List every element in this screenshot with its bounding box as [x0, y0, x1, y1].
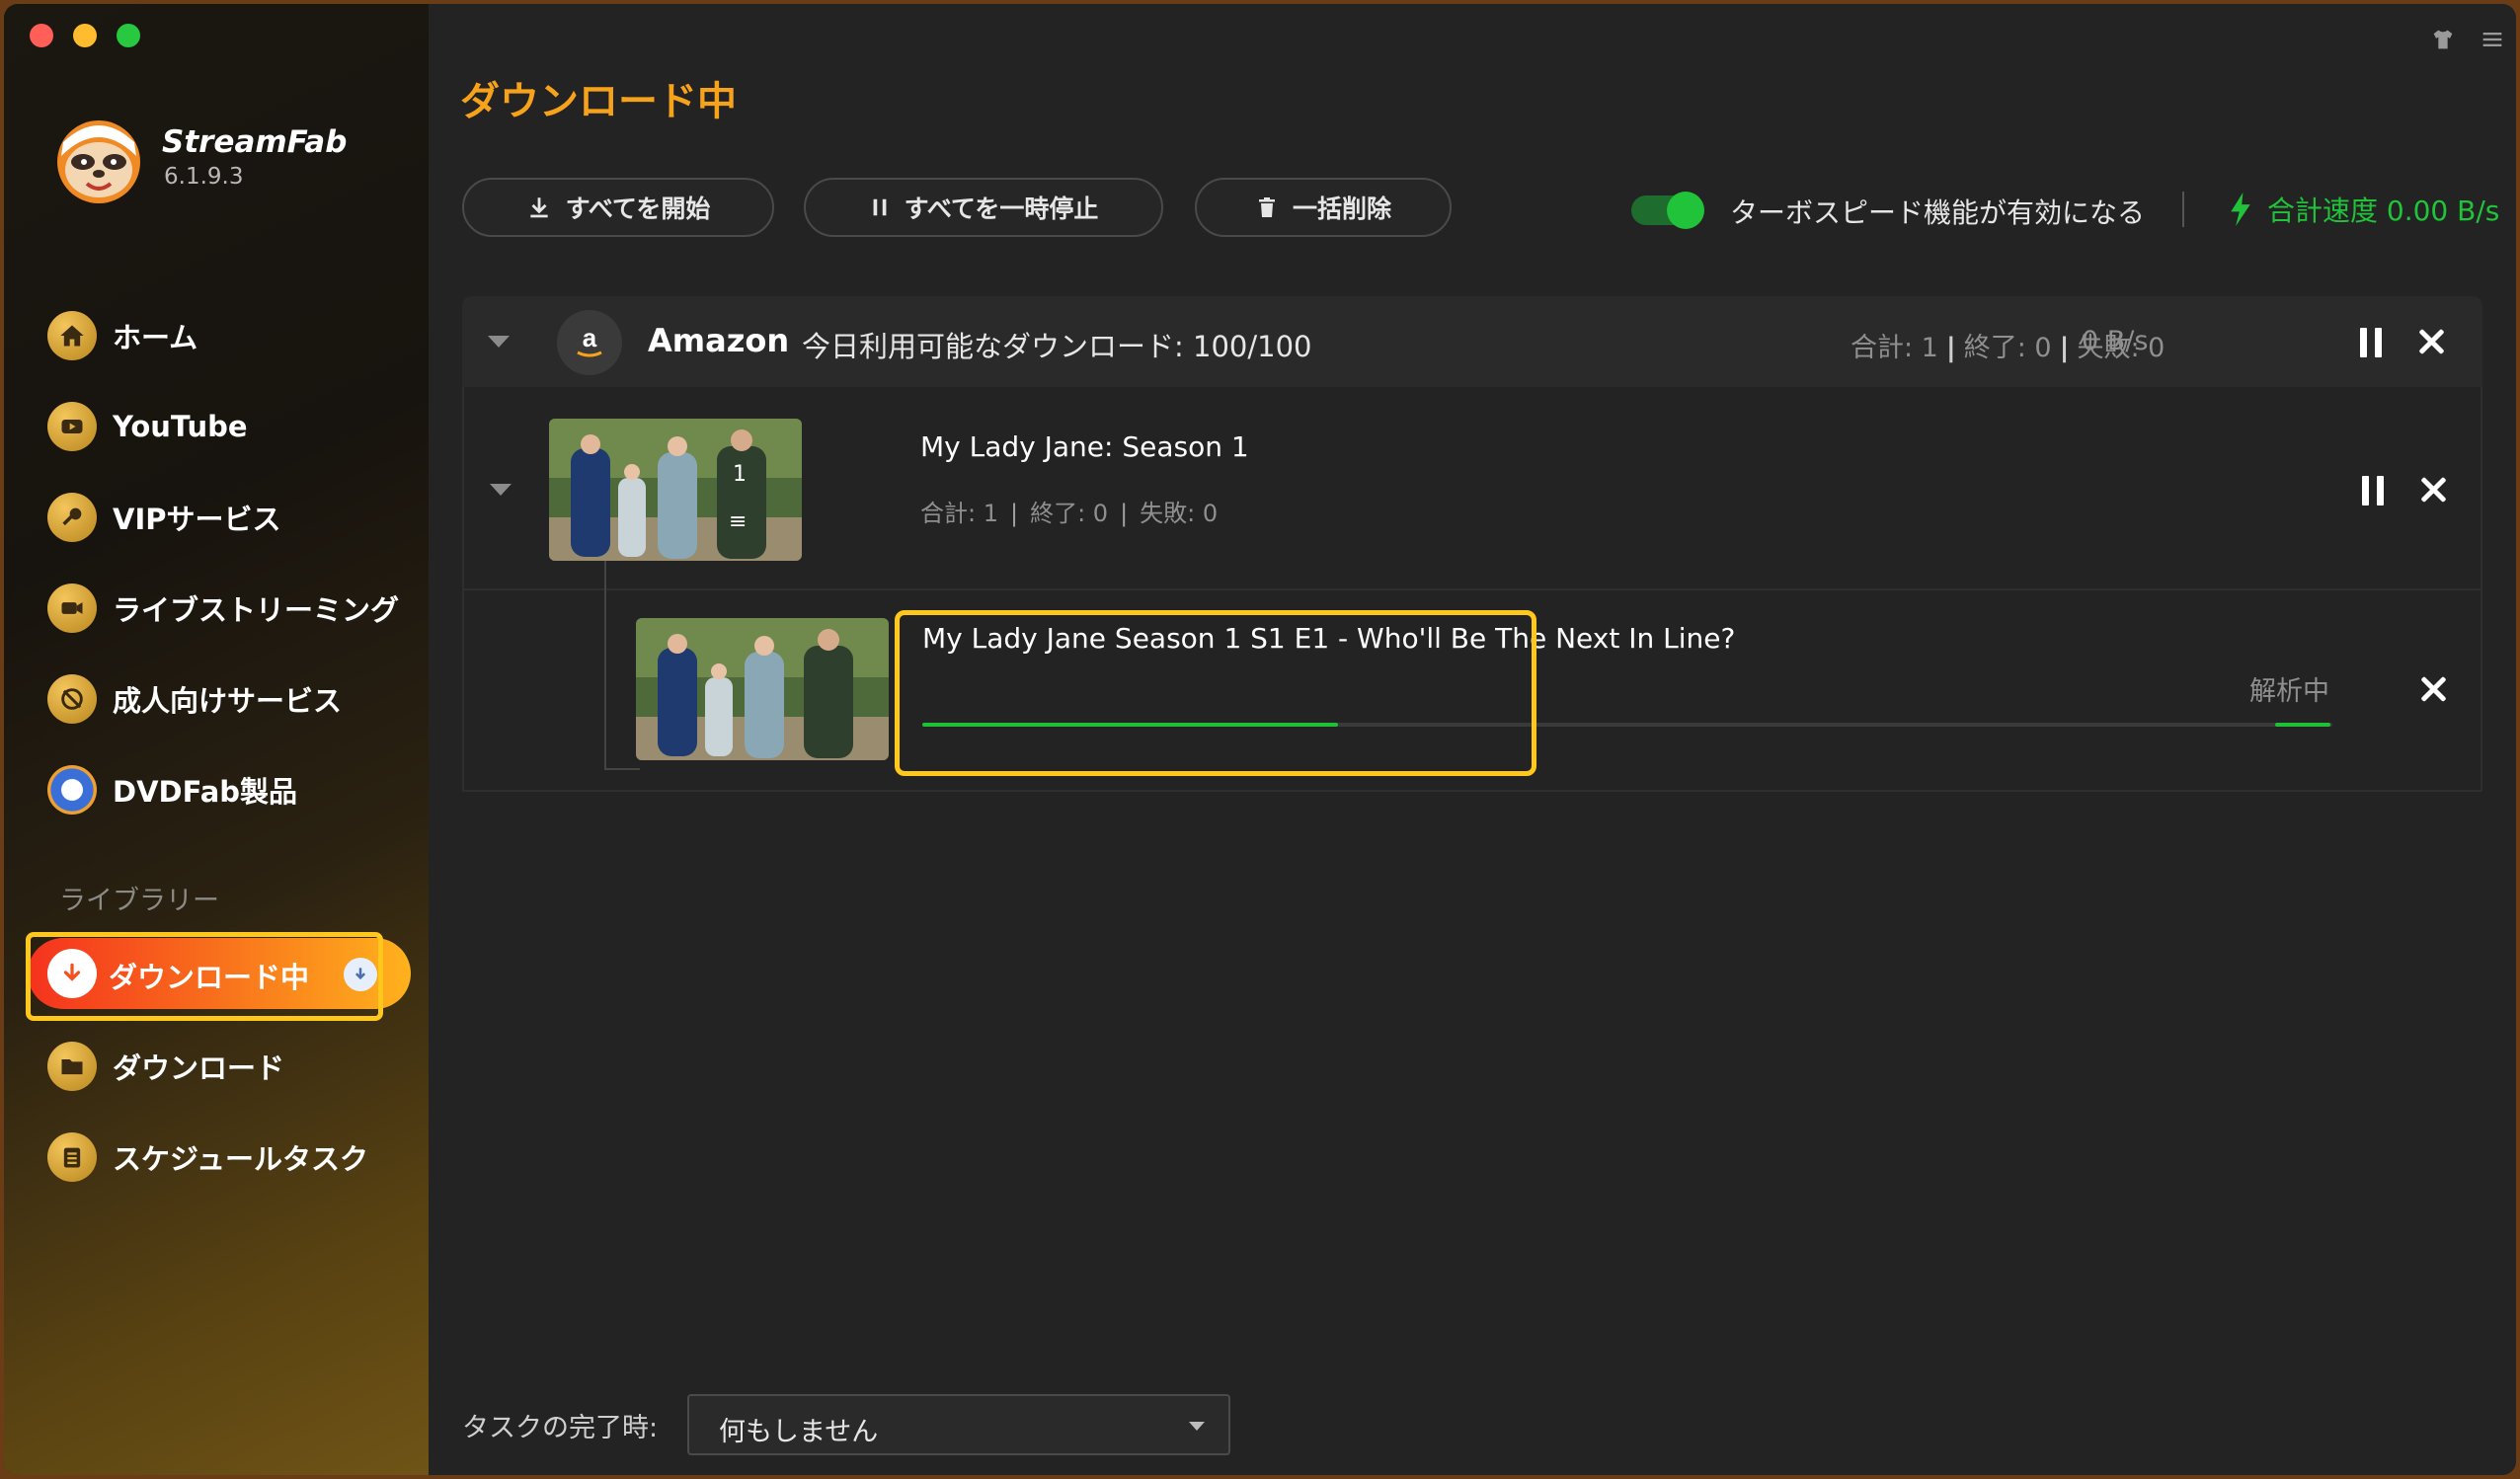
- sidebar-item-livestreaming[interactable]: ライブストリーミング: [47, 581, 399, 636]
- skin-shirt-icon[interactable]: [2429, 26, 2457, 53]
- stat-total: 合計: 1: [920, 500, 998, 527]
- episode-highlight-box: [895, 610, 1536, 776]
- season-pause-icon[interactable]: [2362, 476, 2384, 506]
- total-speed-label: 合計速度 0.00 B/s: [2267, 195, 2500, 227]
- service-name: Amazon: [648, 322, 790, 359]
- adult-icon: [47, 674, 97, 724]
- group-pause-icon[interactable]: [2360, 328, 2382, 357]
- sidebar-item-youtube[interactable]: YouTube: [47, 399, 248, 454]
- sidebar-item-label: ホーム: [113, 321, 198, 354]
- episode-thumbnail: [636, 618, 889, 760]
- amazon-group-body: 1 ≡ My Lady Jane: Season 1 合計: 1 | 終了: 0 | 失…: [462, 387, 2482, 792]
- active-item-highlight: [26, 932, 383, 1021]
- library-title: ライブラリー: [59, 886, 219, 916]
- toggle-knob: [1667, 192, 1704, 229]
- total-speed: 合計速度 0.00 B/s: [2228, 190, 2499, 229]
- sidebar-item-home[interactable]: ホーム: [47, 308, 197, 363]
- start-all-button[interactable]: すべてを開始: [462, 178, 774, 237]
- episode-status: 解析中: [2249, 676, 2329, 707]
- sidebar-item-downloads[interactable]: ダウンロード: [47, 1039, 284, 1094]
- row-divider: [464, 588, 2481, 590]
- trash-icon: [1258, 197, 1275, 217]
- status-progress-indicator: [2275, 723, 2330, 727]
- list-icon: ≡: [729, 509, 748, 534]
- page-title: ダウンロード中: [460, 79, 737, 124]
- amazon-logo-icon: a: [557, 310, 622, 375]
- key-icon: [47, 493, 97, 542]
- on-complete-select[interactable]: 何もしません: [687, 1394, 1230, 1455]
- sidebar: StreamFab 6.1.9.3 ホーム YouTube VIPサービス ライ…: [4, 4, 429, 1475]
- menu-icon[interactable]: [2479, 26, 2506, 53]
- collapse-chevron-icon[interactable]: [488, 336, 510, 348]
- sidebar-item-label: 成人向けサービス: [113, 684, 343, 718]
- sidebar-item-label: DVDFab製品: [113, 775, 298, 809]
- season-collapse-chevron-icon[interactable]: [490, 484, 512, 496]
- dvdfab-icon: [47, 765, 97, 815]
- download-icon: [529, 197, 548, 218]
- dropdown-caret-icon: [1189, 1422, 1205, 1431]
- season-title: My Lady Jane: Season 1: [920, 430, 1249, 463]
- folder-icon: [47, 1042, 97, 1091]
- pause-icon: [873, 198, 887, 216]
- window-tools: [2429, 26, 2506, 53]
- delete-all-button[interactable]: 一括削除: [1195, 178, 1452, 237]
- sidebar-item-label: ダウンロード: [113, 1051, 285, 1085]
- main-panel: ダウンロード中 すべてを開始 すべてを一時停止 一括削除 ターボスピード機能が有…: [429, 4, 2516, 1475]
- lightning-icon: [2231, 193, 2250, 226]
- on-complete-label: タスクの完了時:: [462, 1413, 659, 1443]
- tree-connector: [604, 768, 640, 770]
- season-stats: 合計: 1 | 終了: 0 | 失敗: 0: [920, 500, 1219, 527]
- season-close-icon[interactable]: [2419, 476, 2447, 504]
- sidebar-item-label: YouTube: [113, 410, 248, 443]
- pause-all-label: すべてを一時停止: [904, 195, 1099, 223]
- daily-quota: 今日利用可能なダウンロード: 100/100: [802, 330, 1312, 363]
- season-thumbnail: 1 ≡: [549, 419, 802, 561]
- stat-done: 終了: 0: [1030, 500, 1109, 527]
- svg-text:a: a: [583, 323, 597, 352]
- on-complete-value: 何もしません: [719, 1417, 879, 1447]
- sidebar-item-vip[interactable]: VIPサービス: [47, 490, 281, 545]
- brand-name: StreamFab: [162, 124, 348, 160]
- turbo-speed-toggle[interactable]: [1631, 192, 1704, 229]
- divider: [2182, 192, 2184, 227]
- start-all-label: すべてを開始: [565, 195, 711, 223]
- stat-failed: 失敗: 0: [1140, 500, 1219, 527]
- sidebar-item-schedule[interactable]: スケジュールタスク: [47, 1129, 368, 1185]
- clipboard-icon: [47, 1132, 97, 1182]
- youtube-icon: [47, 402, 97, 451]
- minimize-window-button[interactable]: [73, 24, 97, 47]
- delete-all-label: 一括削除: [1292, 195, 1391, 223]
- episode-count: 1: [733, 462, 747, 487]
- sidebar-item-label: スケジュールタスク: [113, 1142, 368, 1176]
- zoom-window-button[interactable]: [117, 24, 140, 47]
- sidebar-item-dvdfab[interactable]: DVDFab製品: [47, 762, 297, 817]
- sidebar-item-label: VIPサービス: [113, 503, 281, 536]
- turbo-speed-label: ターボスピード機能が有効になる: [1730, 196, 2146, 229]
- pause-all-button[interactable]: すべてを一時停止: [804, 178, 1163, 237]
- group-close-icon[interactable]: [2417, 328, 2445, 355]
- stat-total: 合計: 1: [1851, 333, 1938, 363]
- episode-close-icon[interactable]: [2419, 675, 2447, 703]
- app-window: StreamFab 6.1.9.3 ホーム YouTube VIPサービス ライ…: [4, 4, 2516, 1475]
- sidebar-item-adult[interactable]: 成人向けサービス: [47, 671, 342, 727]
- app-version: 6.1.9.3: [164, 164, 244, 190]
- tree-connector: [604, 561, 606, 768]
- camera-icon: [47, 584, 97, 633]
- stat-done: 終了: 0: [1963, 333, 2052, 363]
- sloth-logo-icon: [57, 120, 140, 203]
- close-window-button[interactable]: [30, 24, 53, 47]
- sidebar-item-label: ライブストリーミング: [113, 593, 400, 627]
- home-icon: [47, 311, 97, 360]
- group-speed: 0 B/s: [2082, 326, 2149, 356]
- amazon-group-header: a Amazon 今日利用可能なダウンロード: 100/100 合計: 1 | 終了…: [462, 296, 2482, 387]
